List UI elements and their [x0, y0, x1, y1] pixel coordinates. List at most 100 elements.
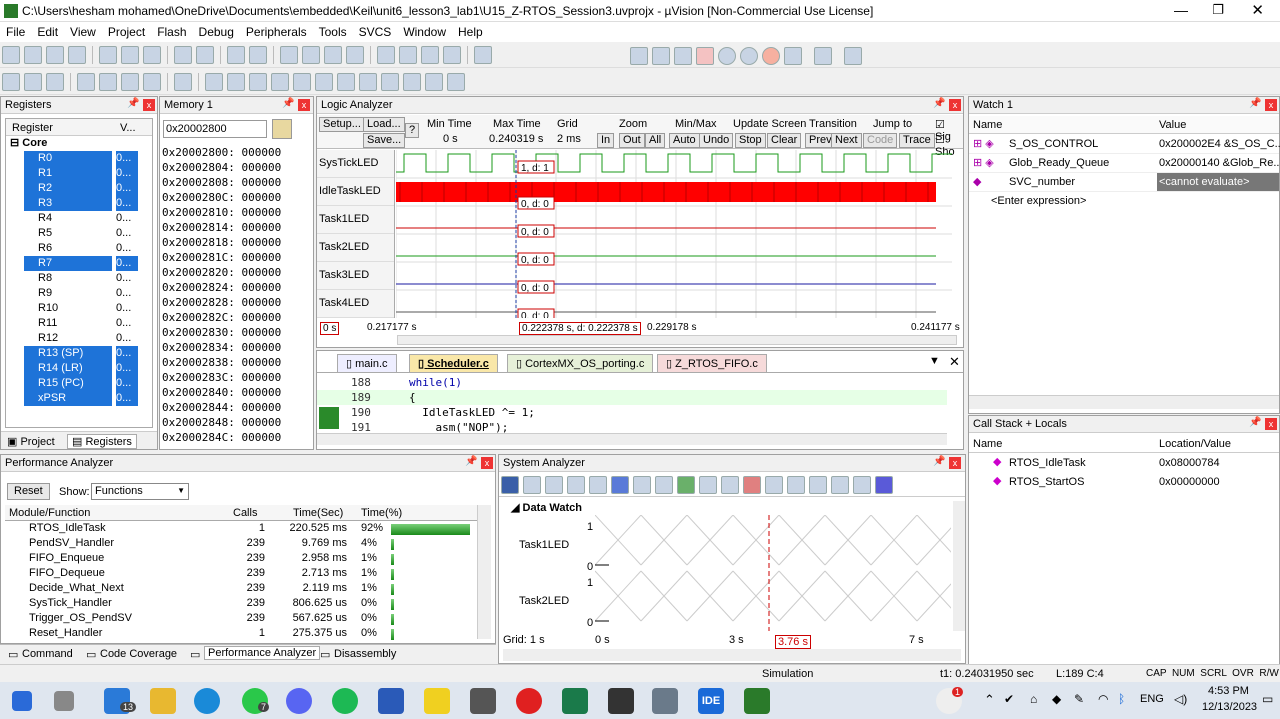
callstack-row[interactable]: ◆ RTOS_StartOS 0x00000000	[969, 474, 1279, 493]
close-icon[interactable]: x	[1265, 99, 1277, 111]
memory-row[interactable]: 0x20002804: 000000	[162, 160, 281, 175]
app-icon[interactable]	[562, 688, 588, 714]
perf-vscroll[interactable]	[477, 505, 491, 639]
stop-button[interactable]: Stop	[735, 133, 766, 148]
memory-row[interactable]: 0x2000284C: 000000	[162, 430, 281, 445]
memory-row[interactable]: 0x20002824: 000000	[162, 280, 281, 295]
run-to-cursor-icon[interactable]	[143, 73, 161, 91]
clock-date[interactable]: 12/13/2023	[1202, 701, 1257, 713]
zoom-out-button[interactable]: Out	[619, 133, 645, 148]
debug-settings-icon[interactable]	[674, 47, 692, 65]
store-icon[interactable]	[378, 688, 404, 714]
file-explorer-icon[interactable]	[150, 688, 176, 714]
watch-hscroll[interactable]	[969, 395, 1279, 409]
bluetooth-icon[interactable]: ᛒ	[1118, 692, 1125, 706]
tab-dropdown-icon[interactable]: ▼	[929, 355, 940, 367]
clock-time[interactable]: 4:53 PM	[1208, 685, 1249, 697]
app-tray-icon[interactable]: ◆	[1052, 692, 1061, 706]
minimize-icon[interactable]: —	[1174, 2, 1188, 18]
edge-icon[interactable]	[194, 688, 220, 714]
register-row[interactable]: R7 0...	[6, 256, 152, 271]
menu-file[interactable]: File	[0, 22, 31, 42]
core-group[interactable]: Core	[22, 137, 47, 149]
signal-row[interactable]: Task3LED	[317, 262, 394, 290]
ide-icon[interactable]: IDE	[698, 688, 724, 714]
lock-icon[interactable]	[589, 476, 607, 494]
unindent-icon[interactable]	[399, 46, 417, 64]
perf-col-header[interactable]: Time(%)	[361, 507, 402, 519]
memory-row[interactable]: 0x20002818: 000000	[162, 235, 281, 250]
pin-icon[interactable]: 📌	[1249, 417, 1261, 428]
zoom-out-icon[interactable]	[545, 476, 563, 494]
watch-icon[interactable]	[315, 73, 333, 91]
expand-icon[interactable]	[787, 476, 805, 494]
cursor-icon[interactable]	[721, 476, 739, 494]
memory-row[interactable]: 0x20002840: 000000	[162, 385, 281, 400]
pin-icon[interactable]: 📌	[933, 98, 945, 109]
zoom-all-button[interactable]: All	[645, 133, 666, 148]
register-row[interactable]: R9 0...	[6, 286, 152, 301]
show-select[interactable]: Functions ▼	[91, 483, 189, 500]
notifications-icon[interactable]: ▭	[1262, 692, 1273, 706]
go-end-icon[interactable]	[875, 476, 893, 494]
breakpoint-kill-icon[interactable]	[762, 47, 780, 65]
register-row[interactable]: R3 0...	[6, 196, 152, 211]
go-prev-icon[interactable]	[633, 476, 651, 494]
enter-expression[interactable]: <Enter expression>	[969, 192, 1279, 211]
open-icon[interactable]	[24, 46, 42, 64]
filter-icon[interactable]	[831, 476, 849, 494]
pen-icon[interactable]: ✎	[1074, 692, 1084, 706]
bookmark-next-icon[interactable]	[324, 46, 342, 64]
memory-row[interactable]: 0x2000280C: 000000	[162, 190, 281, 205]
menu-window[interactable]: Window	[397, 22, 452, 42]
pin-icon[interactable]: 📌	[127, 98, 139, 109]
register-row[interactable]: R14 (LR) 0...	[6, 361, 152, 376]
breakpoint-disable-icon[interactable]	[740, 47, 758, 65]
reset-button[interactable]: Reset	[7, 483, 50, 500]
menu-project[interactable]: Project	[102, 22, 151, 42]
help-button[interactable]: ?	[405, 123, 420, 138]
zoom-in-icon[interactable]	[523, 476, 541, 494]
sysan-hscroll[interactable]	[503, 649, 961, 661]
memory-row[interactable]: 0x2000283C: 000000	[162, 370, 281, 385]
value-col-header[interactable]: V...	[120, 122, 136, 134]
perf-row[interactable]: FIFO_Dequeue 239 2.713 ms 1%	[5, 567, 477, 582]
system-viewer-icon[interactable]	[425, 73, 443, 91]
bottom-tab[interactable]: Disassembly	[334, 648, 396, 660]
rising-edge-icon[interactable]	[677, 476, 695, 494]
network-icon[interactable]: ⌂	[1030, 692, 1037, 706]
sticky-notes-icon[interactable]	[424, 688, 450, 714]
registers-icon[interactable]	[271, 73, 289, 91]
spotify-icon[interactable]	[332, 688, 358, 714]
watch-row[interactable]: ⊞ ◈ S_OS_CONTROL 0x200002E4 &S_OS_C...	[969, 135, 1280, 154]
perf-row[interactable]: Decide_What_Next 239 2.119 ms 1%	[5, 582, 477, 597]
zoom-fit-icon[interactable]	[567, 476, 585, 494]
pin-icon[interactable]: 📌	[1249, 98, 1261, 109]
close-icon[interactable]: x	[298, 99, 310, 111]
save-icon[interactable]	[501, 476, 519, 494]
bookmark-prev-icon[interactable]	[302, 46, 320, 64]
editor-tab[interactable]: ▯ main.c	[337, 354, 397, 372]
calculator-icon[interactable]	[470, 688, 496, 714]
tab-registers[interactable]: ▤ Registers	[67, 434, 137, 449]
undo-icon[interactable]	[174, 46, 192, 64]
close-icon[interactable]: x	[1265, 418, 1277, 430]
reset-icon[interactable]	[2, 73, 20, 91]
memory-row[interactable]: 0x20002800: 000000	[162, 145, 281, 160]
register-row[interactable]: R4 0...	[6, 211, 152, 226]
menu-view[interactable]: View	[64, 22, 102, 42]
memory-address-input[interactable]: 0x20002800	[163, 120, 267, 138]
editor-hscroll[interactable]	[317, 433, 947, 445]
bottom-tab[interactable]: Command	[22, 648, 73, 660]
close-icon[interactable]: x	[143, 99, 155, 111]
tab-project[interactable]: ▣ Project	[7, 435, 55, 448]
perf-row[interactable]: Trigger_OS_PendSV 239 567.625 us 0%	[5, 612, 477, 627]
memory-icon[interactable]	[337, 73, 355, 91]
register-row[interactable]: R13 (SP) 0...	[6, 346, 152, 361]
code-view[interactable]: 188 while(1) 189 {190 IdleTaskLED ^= 1; 191 …	[317, 375, 947, 433]
disassembly-icon[interactable]	[227, 73, 245, 91]
save-all-icon[interactable]	[68, 46, 86, 64]
falling-edge-icon[interactable]	[699, 476, 717, 494]
nav-forward-icon[interactable]	[249, 46, 267, 64]
memory-row[interactable]: 0x20002810: 000000	[162, 205, 281, 220]
